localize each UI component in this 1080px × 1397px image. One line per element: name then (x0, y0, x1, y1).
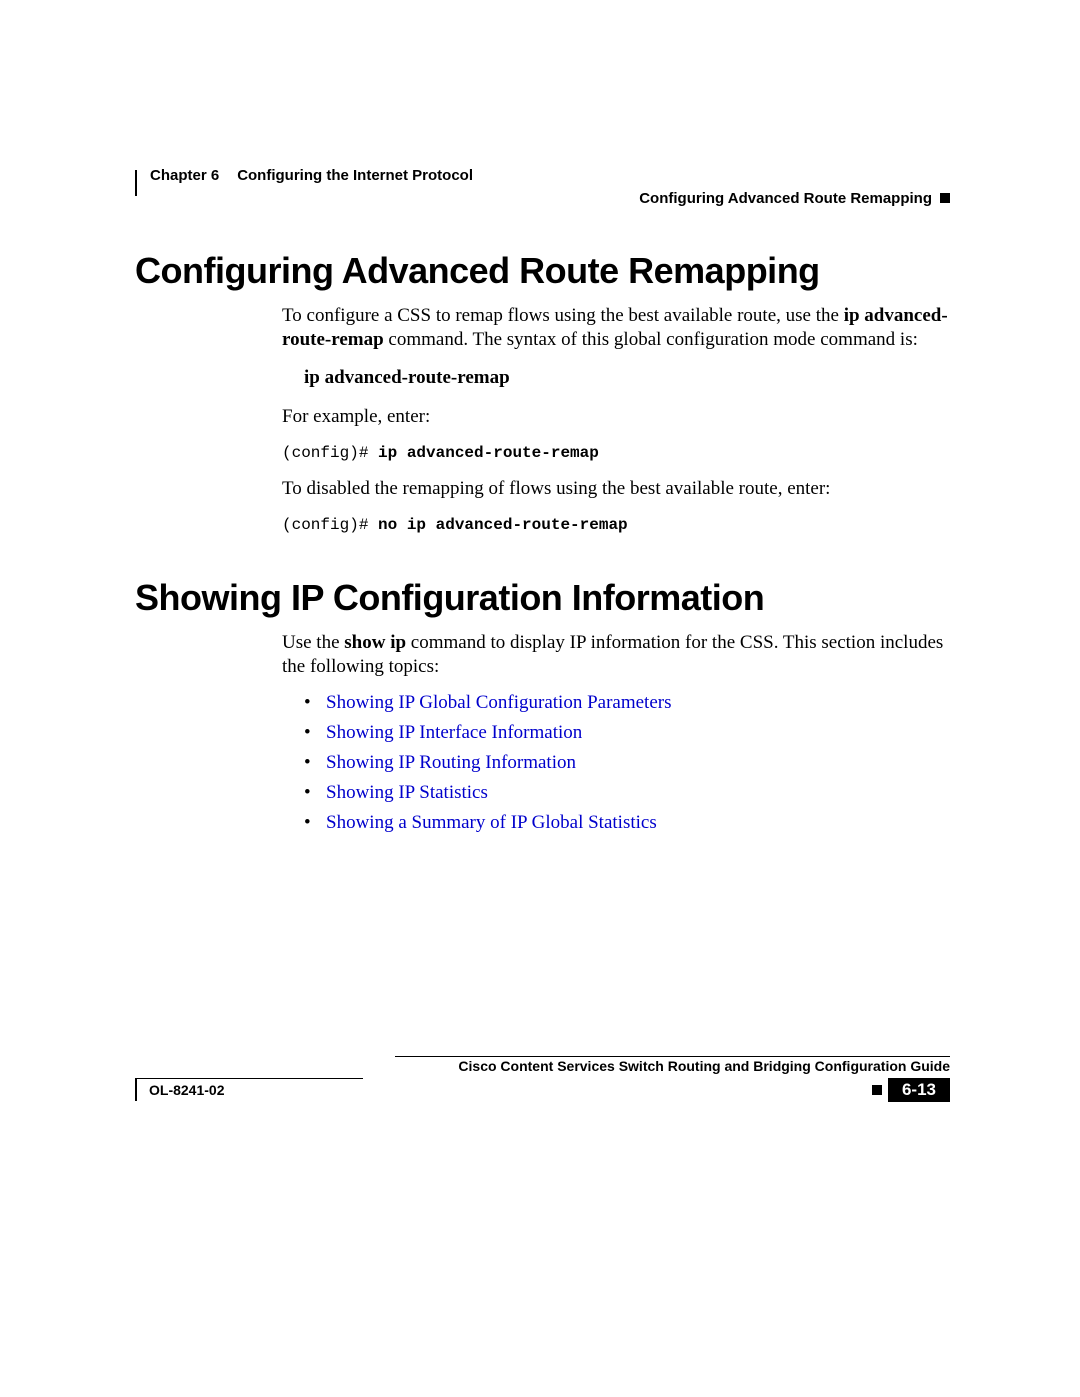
code-example-2: (config)# no ip advanced-route-remap (282, 515, 950, 535)
header-marker (135, 170, 137, 196)
section1-body: To configure a CSS to remap flows using … (282, 304, 950, 535)
footer-rule-left (135, 1078, 363, 1079)
list-item: Showing IP Statistics (304, 782, 950, 804)
heading-configuring-advanced-route-remapping: Configuring Advanced Route Remapping (135, 250, 950, 292)
page: Chapter 6 Configuring the Internet Protoc… (0, 0, 1080, 1397)
footer-rule-right (395, 1056, 950, 1057)
link-showing-ip-global-config-params[interactable]: Showing IP Global Configuration Paramete… (326, 692, 671, 713)
header-square-icon (940, 193, 950, 203)
code-example-1: (config)# ip advanced-route-remap (282, 443, 950, 463)
list-item: Showing IP Interface Information (304, 722, 950, 744)
command-syntax: ip advanced-route-remap (304, 366, 950, 390)
chapter-title: Configuring the Internet Protocol (237, 167, 473, 184)
header-section-title: Configuring Advanced Route Remapping (639, 190, 932, 207)
list-item: Showing IP Global Configuration Paramete… (304, 692, 950, 714)
section1-paragraph-2: For example, enter: (282, 405, 950, 429)
footer-doc-id: OL-8241-02 (149, 1082, 224, 1098)
content-area: Configuring Advanced Route Remapping To … (135, 250, 950, 842)
heading-showing-ip-configuration-information: Showing IP Configuration Information (135, 577, 950, 619)
link-showing-ip-statistics[interactable]: Showing IP Statistics (326, 782, 488, 803)
section1-paragraph-3: To disabled the remapping of flows using… (282, 477, 950, 501)
footer-square-icon (872, 1085, 882, 1095)
list-item: Showing a Summary of IP Global Statistic… (304, 812, 950, 834)
header-chapter: Chapter 6 Configuring the Internet Protoc… (150, 167, 473, 184)
page-footer: Cisco Content Services Switch Routing an… (135, 1058, 950, 1103)
footer-row: OL-8241-02 6-13 (135, 1078, 950, 1102)
page-number: 6-13 (888, 1078, 950, 1102)
footer-guide-title: Cisco Content Services Switch Routing an… (135, 1058, 950, 1076)
link-showing-ip-interface-info[interactable]: Showing IP Interface Information (326, 722, 582, 743)
section2-body: Use the show ip command to display IP in… (282, 631, 950, 835)
chapter-number: Chapter 6 (150, 167, 219, 184)
footer-left-marker (135, 1079, 137, 1101)
section1-paragraph-1: To configure a CSS to remap flows using … (282, 304, 950, 352)
link-showing-ip-routing-info[interactable]: Showing IP Routing Information (326, 752, 576, 773)
section2-paragraph-1: Use the show ip command to display IP in… (282, 631, 950, 679)
topic-link-list: Showing IP Global Configuration Paramete… (304, 692, 950, 834)
link-showing-summary-ip-global-stats[interactable]: Showing a Summary of IP Global Statistic… (326, 812, 657, 833)
list-item: Showing IP Routing Information (304, 752, 950, 774)
